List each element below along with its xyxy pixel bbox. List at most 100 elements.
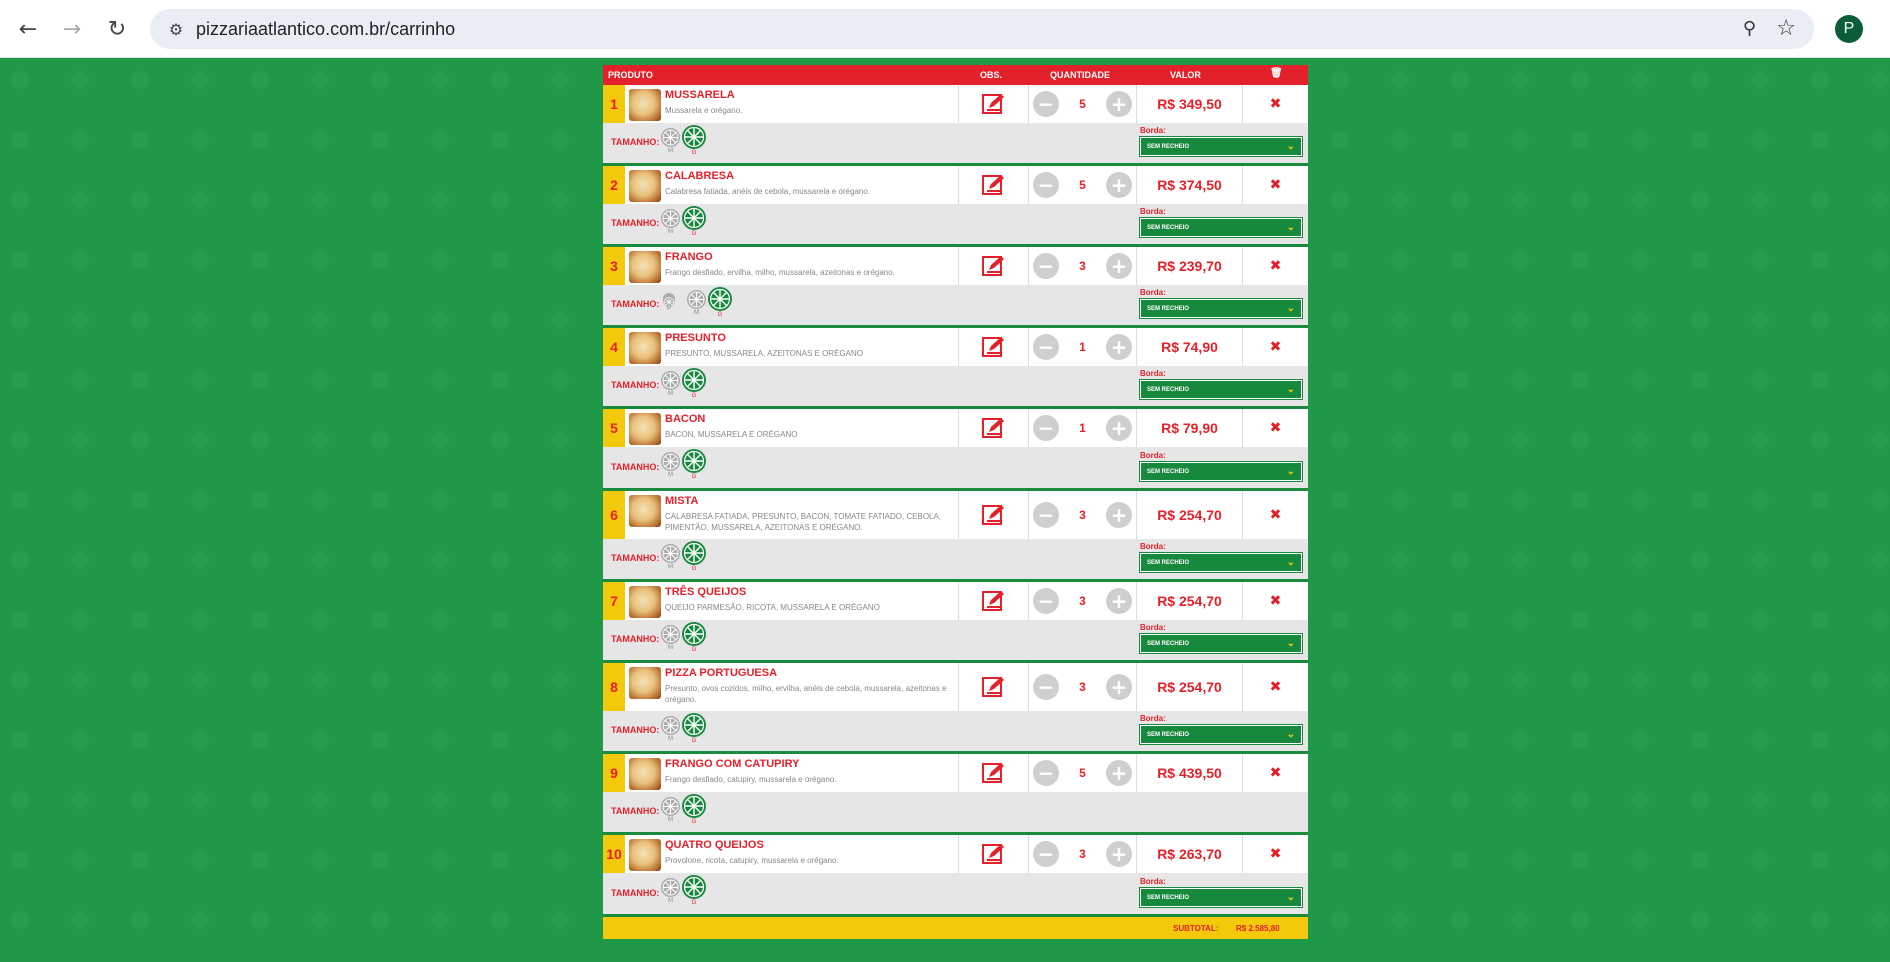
quantity-stepper: − 5 + [1029,754,1137,792]
zoom-icon[interactable]: ⚲ [1743,18,1756,39]
size-option-m[interactable]: M [661,544,680,570]
size-option-g[interactable]: G [682,368,706,399]
bookmark-star-icon[interactable]: ☆ [1776,16,1796,41]
plus-button[interactable]: + [1106,588,1132,614]
minus-button[interactable]: − [1033,588,1059,614]
minus-button[interactable]: − [1033,334,1059,360]
size-option-g[interactable]: G [682,794,706,825]
plus-button[interactable]: + [1106,841,1132,867]
size-option-g[interactable]: G [682,875,706,906]
quantity-stepper: − 1 + [1029,328,1137,366]
minus-button[interactable]: − [1033,91,1059,117]
plus-button[interactable]: + [1106,760,1132,786]
back-arrow-icon[interactable]: ← [13,14,43,44]
pizza-thumbnail [629,413,661,445]
pizza-size-icon [663,293,675,308]
size-label: M [694,310,699,316]
plus-button[interactable]: + [1106,253,1132,279]
edit-note-button[interactable] [959,663,1029,711]
url-text[interactable]: pizzariaatlantico.com.br/carrinho [196,19,455,40]
size-option-g[interactable]: G [682,622,706,653]
minus-button[interactable]: − [1033,502,1059,528]
minus-button[interactable]: − [1033,841,1059,867]
quantity-value: 1 [1079,340,1086,354]
remove-item-button[interactable]: ✖ [1243,85,1308,123]
edit-note-button[interactable] [959,754,1029,792]
plus-button[interactable]: + [1106,172,1132,198]
size-option-m[interactable]: M [661,878,680,904]
item-product: FRANGO COM CATUPIRY Frango desfiado, catu… [625,754,959,792]
item-main-row: 1 MUSSARELA Mussarela e orégano. − 5 + R$ 349,… [603,85,1308,123]
plus-button[interactable]: + [1106,502,1132,528]
border-select[interactable]: SEM RECHEIO ⌄ [1139,217,1303,238]
minus-button[interactable]: − [1033,760,1059,786]
plus-button[interactable]: + [1106,674,1132,700]
size-option-g[interactable]: G [682,713,706,744]
profile-avatar[interactable]: P [1835,15,1863,43]
border-select[interactable]: SEM RECHEIO ⌄ [1139,887,1303,908]
edit-note-button[interactable] [959,166,1029,204]
size-option-m[interactable]: M [661,797,680,823]
size-label: M [668,898,673,904]
reload-icon[interactable]: ↻ [102,14,132,44]
cart-item: 5 BACON BACON, MUSSARELA E ORÉGANO − 1 + R$ 79… [603,409,1308,491]
border-select[interactable]: SEM RECHEIO ⌄ [1139,298,1303,319]
remove-item-button[interactable]: ✖ [1243,166,1308,204]
size-option-m[interactable]: M [661,209,680,235]
forward-arrow-icon[interactable]: → [57,14,87,44]
remove-item-button[interactable]: ✖ [1243,835,1308,873]
site-settings-icon[interactable]: ⚙ [156,20,196,39]
size-option-m[interactable]: M [661,716,680,742]
size-option-g[interactable]: G [682,206,706,237]
size-option-m[interactable]: M [687,290,706,316]
remove-item-button[interactable]: ✖ [1243,247,1308,285]
edit-note-button[interactable] [959,328,1029,366]
edit-note-button[interactable] [959,582,1029,620]
cart-item: 8 PIZZA PORTUGUESA Presunto, ovos cozidos,… [603,663,1308,754]
item-name: FRANGO [665,251,713,263]
minus-button[interactable]: − [1033,674,1059,700]
minus-button[interactable]: − [1033,415,1059,441]
edit-note-button[interactable] [959,247,1029,285]
size-option-g[interactable]: G [682,449,706,480]
cart-item: 1 MUSSARELA Mussarela e orégano. − 5 + R$ 349,… [603,85,1308,166]
size-option-p[interactable]: P [663,293,675,312]
border-select[interactable]: SEM RECHEIO ⌄ [1139,633,1303,654]
pizza-size-icon [708,287,732,311]
border-select[interactable]: SEM RECHEIO ⌄ [1139,724,1303,745]
size-option-m[interactable]: M [661,625,680,651]
size-option-m[interactable]: M [661,128,680,154]
edit-note-button[interactable] [959,835,1029,873]
size-label-title: TAMANHO: [611,634,660,644]
remove-item-button[interactable]: ✖ [1243,582,1308,620]
size-option-g[interactable]: G [682,125,706,156]
plus-button[interactable]: + [1106,334,1132,360]
edit-note-button[interactable] [959,85,1029,123]
item-price: R$ 374,50 [1137,166,1243,204]
item-options-row: TAMANHO: P M G Borda: SEM RECHEIO ⌄ [603,285,1308,325]
close-icon: ✖ [1269,258,1282,274]
remove-item-button[interactable]: ✖ [1243,491,1308,539]
remove-item-button[interactable]: ✖ [1243,409,1308,447]
edit-note-button[interactable] [959,491,1029,539]
plus-button[interactable]: + [1106,415,1132,441]
remove-item-button[interactable]: ✖ [1243,754,1308,792]
size-option-g[interactable]: G [708,287,732,318]
border-select[interactable]: SEM RECHEIO ⌄ [1139,379,1303,400]
edit-note-button[interactable] [959,409,1029,447]
size-option-m[interactable]: M [661,452,680,478]
minus-button[interactable]: − [1033,253,1059,279]
border-select[interactable]: SEM RECHEIO ⌄ [1139,136,1303,157]
minus-button[interactable]: − [1033,172,1059,198]
border-select-group: Borda: SEM RECHEIO ⌄ [1139,126,1303,157]
remove-item-button[interactable]: ✖ [1243,328,1308,366]
size-option-g[interactable]: G [682,541,706,572]
border-select[interactable]: SEM RECHEIO ⌄ [1139,461,1303,482]
border-select[interactable]: SEM RECHEIO ⌄ [1139,552,1303,573]
size-option-m[interactable]: M [661,371,680,397]
address-bar[interactable]: ⚙ pizzariaatlantico.com.br/carrinho ⚲ ☆ [150,9,1814,49]
plus-button[interactable]: + [1106,91,1132,117]
size-label-title: TAMANHO: [611,137,660,147]
quantity-value: 3 [1079,847,1086,861]
remove-item-button[interactable]: ✖ [1243,663,1308,711]
